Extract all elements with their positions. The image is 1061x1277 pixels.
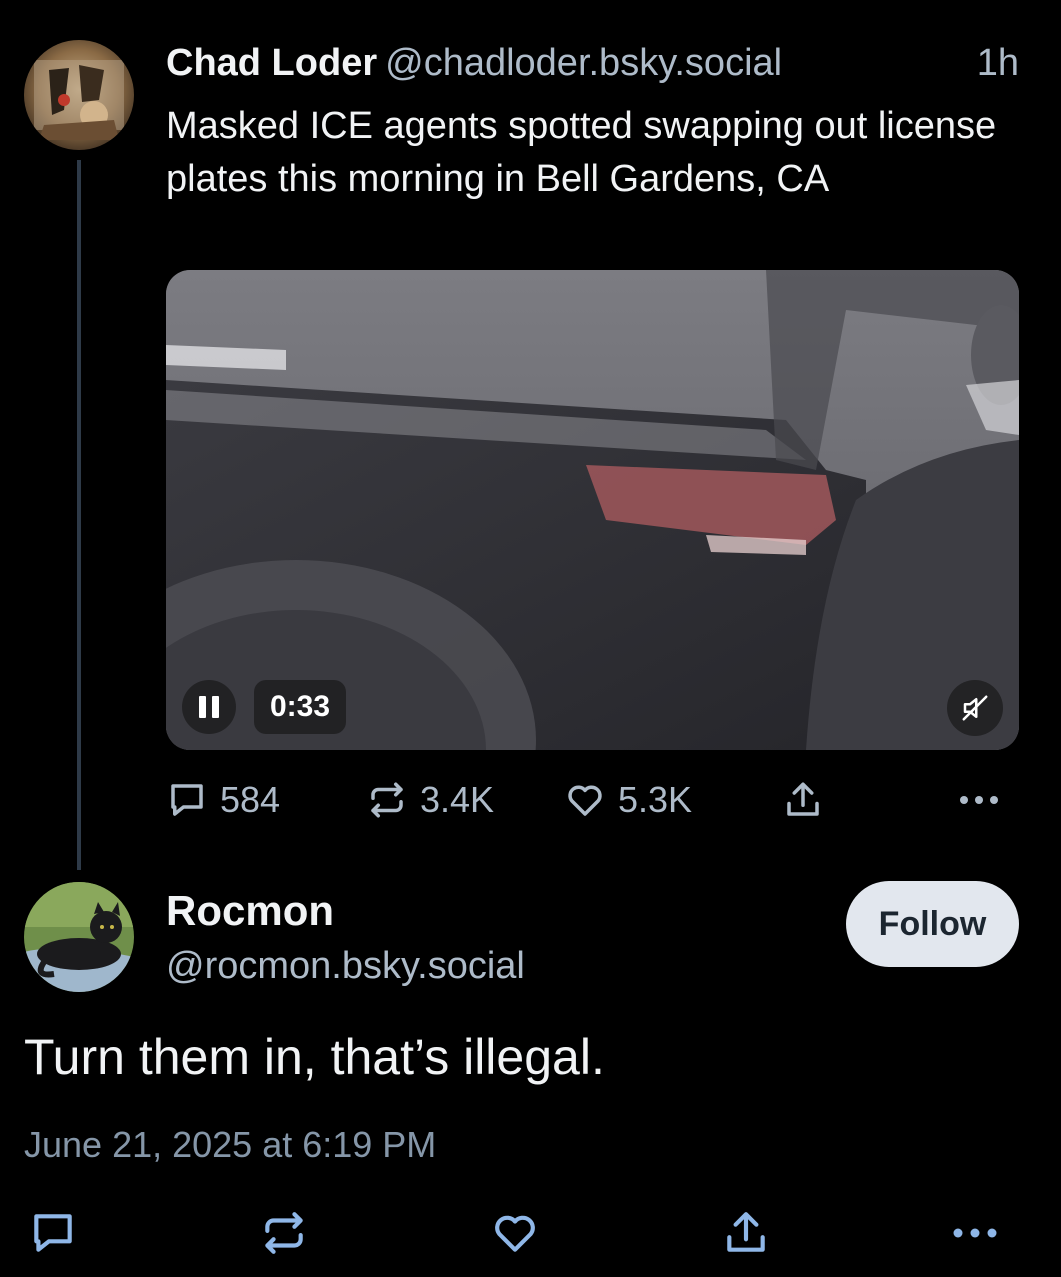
video-player[interactable]: 0:33: [166, 270, 1019, 750]
pause-icon: [199, 696, 206, 718]
parent-author-avatar[interactable]: [24, 40, 134, 150]
reply-icon: [171, 784, 203, 816]
like-icon: [495, 1215, 535, 1252]
parent-post-time[interactable]: 1h: [977, 40, 1019, 86]
reply-count: 584: [220, 779, 281, 820]
reply-author-handle[interactable]: @rocmon.bsky.social: [166, 940, 525, 992]
reply-author-name[interactable]: Rocmon: [166, 884, 334, 938]
like-icon: [568, 785, 602, 816]
share-icon: [727, 1212, 765, 1252]
share-icon: [787, 782, 819, 816]
reply-post-actions: [0, 1200, 1061, 1266]
more-icon: [953, 1228, 997, 1238]
reply-author-avatar[interactable]: [24, 882, 134, 992]
follow-button[interactable]: Follow: [846, 881, 1019, 967]
parent-post-text: Masked ICE agents spotted swapping out l…: [166, 105, 997, 200]
reply-button[interactable]: [26, 1206, 80, 1260]
thread-line: [77, 160, 81, 870]
video-frame: [166, 270, 1019, 750]
video-time: 0:33: [254, 680, 347, 734]
mute-button[interactable]: [947, 680, 1003, 736]
more-options-button[interactable]: [948, 1206, 1002, 1260]
parent-author-handle[interactable]: @chadloder.bsky.social: [385, 42, 782, 84]
repost-icon: [371, 782, 403, 818]
parent-post-actions: 584 3.4K 5.3K: [166, 770, 1019, 830]
repost-button[interactable]: [257, 1206, 311, 1260]
repost-count: 3.4K: [420, 779, 495, 820]
share-button[interactable]: [719, 1206, 773, 1260]
parent-post-header: Chad Loder @chadloder.bsky.social 1h: [166, 40, 1019, 86]
pause-button[interactable]: [182, 680, 236, 734]
repost-action[interactable]: 3.4K: [366, 770, 494, 830]
reply-action[interactable]: 584: [166, 770, 280, 830]
like-count: 5.3K: [618, 779, 693, 820]
parent-author-name[interactable]: Chad Loder: [166, 42, 377, 84]
share-action[interactable]: [782, 770, 836, 830]
like-button[interactable]: [488, 1206, 542, 1260]
reply-post-text: Turn them in, that’s illegal.: [24, 1029, 605, 1085]
reply-icon: [34, 1214, 72, 1252]
reply-post-date: June 21, 2025 at 6:19 PM: [24, 1124, 437, 1165]
more-icon: [960, 796, 998, 804]
repost-icon: [265, 1212, 303, 1254]
mute-icon: [962, 695, 988, 721]
like-action[interactable]: 5.3K: [564, 770, 692, 830]
more-options-button[interactable]: [956, 770, 1014, 830]
